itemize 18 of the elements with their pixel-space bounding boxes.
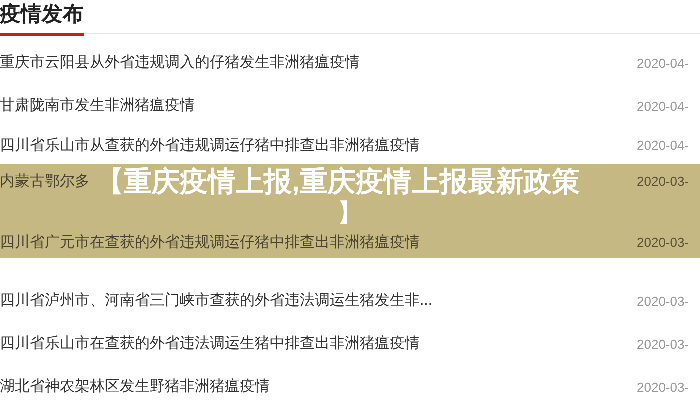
news-date: 2020-04- <box>637 54 690 73</box>
news-date: 2020-04- <box>637 98 690 116</box>
news-link[interactable]: 湖北省神农架林区发生野猪非洲猪瘟疫情 <box>0 376 270 399</box>
news-date: 2020-03- <box>637 292 690 311</box>
news-date: 2020-03- <box>637 234 690 252</box>
news-link[interactable]: 甘肃陇南市发生非洲猪瘟疫情 <box>0 95 195 118</box>
news-link[interactable]: 重庆市云阳县从外省违规调入的仔猪发生非洲猪瘟疫情 <box>0 52 360 75</box>
news-date: 2020-03- <box>637 173 690 192</box>
news-date: 2020-03- <box>637 336 690 354</box>
news-link[interactable]: 四川省广元市在查获的外省违规调运仔猪中排查出非洲猪瘟疫情 <box>0 232 420 254</box>
news-link[interactable]: 四川省乐山市在查获的外省违法调运生猪中排查出非洲猪瘟疫情 <box>0 333 420 356</box>
news-link[interactable]: 四川省乐山市从查获的外省违规调运仔猪中排查出非洲猪瘟疫情 <box>0 134 420 158</box>
news-link[interactable]: 四川省泸州市、河南省三门峡市查获的外省违法调运生猪发生非... <box>0 290 433 313</box>
banner-title: 【重庆疫情上报,重庆疫情上报最新政策 <box>96 165 580 199</box>
news-date: 2020-03- <box>637 378 690 397</box>
news-date: 2020-04- <box>637 137 690 156</box>
news-link[interactable]: 内蒙古鄂尔多 <box>0 170 90 194</box>
banner-title: 】 <box>338 200 362 228</box>
